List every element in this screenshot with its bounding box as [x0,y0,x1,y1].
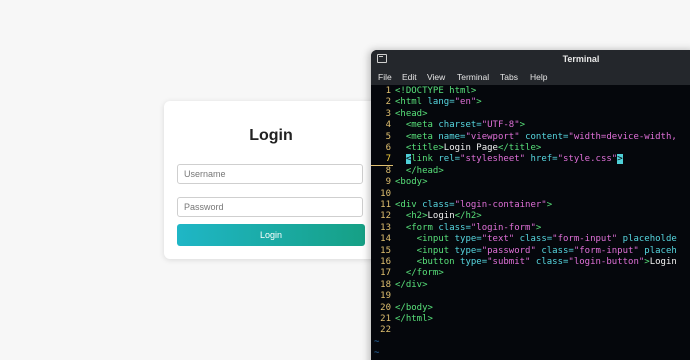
code-text: <meta name="viewport" content="width=dev… [395,131,677,142]
line-number: 9 [385,177,391,188]
line-number: 17 [380,268,391,279]
code-text: <!DOCTYPE html> [395,86,477,96]
code-line: 6 <title>Login Page</title> [371,143,690,154]
line-number: 8 [385,165,391,176]
password-input[interactable] [177,197,363,217]
login-button[interactable]: Login [177,224,365,246]
menu-file[interactable]: File [378,72,392,82]
line-number: 7 [385,154,391,165]
username-input[interactable] [177,164,363,184]
code-line: 21 </html> [371,314,690,325]
login-title: Login [249,127,293,144]
menu-edit[interactable]: Edit [402,72,417,82]
menu-tabs[interactable]: Tabs [500,72,518,82]
code-text: <input type="text" class="form-input" pl… [395,234,677,245]
code-text: <form class="login-form"> [395,222,542,233]
desktop: Login Login Terminal File Edit View Term… [0,0,690,360]
line-number: 15 [380,245,391,256]
line-number: 11 [380,200,391,210]
line-number: 3 [385,108,391,119]
line-number: 6 [385,143,391,153]
code-line: 4 <meta charset="UTF-8"> [371,120,690,131]
code-line: 7 <link rel="stylesheet" href="style.css… [371,154,690,165]
code-text: <body> [395,177,428,188]
code-line: 13 <form class="login-form"> [371,223,690,234]
code-line: 8 </head> [371,166,690,177]
line-number: 22 [380,325,391,336]
code-text: <html lang="en"> [395,97,482,108]
code-text: <div class="login-container"> [395,200,553,210]
line-number: 20 [380,302,391,313]
line-number: 21 [380,314,391,324]
code-line: 22 [371,325,690,336]
code-line: 12 <h2>Login</h2> [371,211,690,222]
empty-buffer-line: ~ [374,336,380,347]
code-text: </body> [395,302,433,313]
login-card: Login Login [164,101,378,259]
terminal-window: Terminal File Edit View Terminal Tabs He… [371,50,690,360]
code-text: <link rel="stylesheet" href="style.css"> [405,154,623,165]
code-editor[interactable]: 1 <!DOCTYPE html> 2 <html lang="en"> 3 <head>… [371,85,690,360]
menu-help[interactable]: Help [530,72,547,82]
line-number: 4 [385,120,391,131]
code-line: 14 <input type="text" class="form-input"… [371,234,690,245]
empty-buffer-line: ~ [374,348,380,359]
line-number: 10 [380,188,391,199]
line-number: 16 [380,257,391,267]
code-text: <meta charset="UTF-8"> [395,120,526,131]
code-line: 10 [371,189,690,200]
code-text: <input type="password" class="form-input… [395,245,677,256]
code-line: 5 <meta name="viewport" content="width=d… [371,132,690,143]
terminal-titlebar[interactable]: Terminal [371,50,690,69]
code-line: 11 <div class="login-container"> [371,200,690,211]
code-text: </form> [395,268,444,279]
code-line: 3 <head> [371,109,690,120]
code-text: <button type="submit" class="login-butto… [395,257,677,267]
line-number: 14 [380,234,391,245]
line-number: 12 [380,211,391,222]
code-text: <title>Login Page</title> [395,143,542,153]
code-line: 16 <button type="submit" class="login-bu… [371,257,690,268]
code-line: 15 <input type="password" class="form-in… [371,246,690,257]
code-line: 9 <body> [371,177,690,188]
code-text: </div> [395,279,428,290]
code-text: </html> [395,314,433,324]
line-number: 2 [385,97,391,108]
line-number: 18 [380,279,391,290]
menu-terminal[interactable]: Terminal [457,72,489,82]
line-number: 5 [385,131,391,142]
code-line: 17 </form> [371,268,690,279]
line-number: 1 [385,86,391,96]
line-number: 13 [380,222,391,233]
code-text: <head> [395,108,428,119]
code-text: </head> [395,165,444,176]
terminal-title: Terminal [562,54,600,64]
code-line: 2 <html lang="en"> [371,97,690,108]
code-line: 20 </body> [371,303,690,314]
code-text: <h2>Login</h2> [395,211,482,222]
code-line: 1 <!DOCTYPE html> [371,86,690,97]
terminal-menubar: File Edit View Terminal Tabs Help [371,69,690,85]
line-number: 19 [380,291,391,302]
menu-view[interactable]: View [427,72,445,82]
code-line: 18 </div> [371,280,690,291]
code-line: 19 [371,291,690,302]
